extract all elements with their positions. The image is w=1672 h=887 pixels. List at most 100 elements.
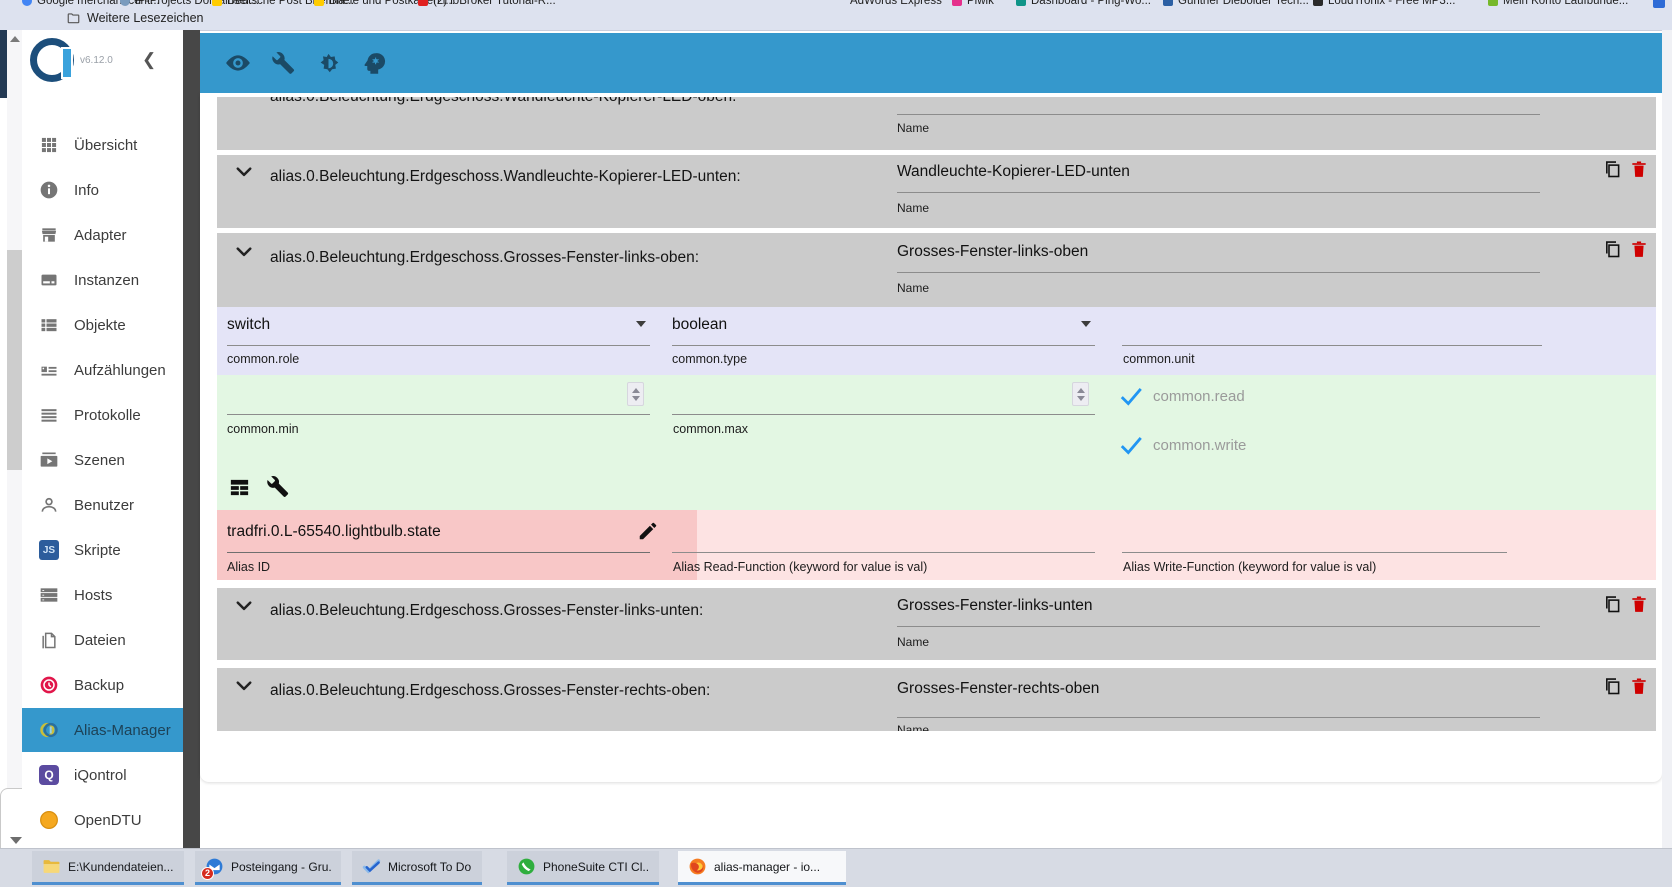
read-function-label: Alias Read-Function (keyword for value i… [673,560,928,574]
sidebar-item-info[interactable]: Info [22,168,183,212]
alias-id-underline [227,552,650,553]
read-checkbox[interactable] [1118,383,1144,414]
taskbar-item-posteingang[interactable]: 2 Posteingang - Gru... [195,851,341,885]
min-input[interactable] [227,383,622,401]
sidebar-item-adapter[interactable]: Adapter [22,213,183,257]
sidebar-item-skripte[interactable]: JS Skripte [22,528,183,572]
sidebar-item-aufzaehlungen[interactable]: Aufzählungen [22,348,183,392]
sidebar-item-objekte[interactable]: Objekte [22,303,183,347]
write-function-input[interactable] [1122,520,1502,538]
read-function-input[interactable] [672,520,1087,538]
name-label: Name [897,635,930,649]
chevron-down-icon[interactable] [234,676,254,701]
alias-manager-icon [38,719,60,741]
name-input[interactable] [897,680,1537,698]
iobroker-logo [30,38,74,82]
other-bookmarks-folder[interactable]: Weitere Lesezeichen [66,11,204,25]
favicon [418,0,428,6]
unit-label: common.unit [1123,352,1195,366]
collapse-sidebar-icon[interactable]: ❮ [142,50,156,70]
sidebar-item-uebersicht[interactable]: Übersicht [22,123,183,167]
sidebar-item-label: Benutzer [74,496,135,514]
copy-icon[interactable] [1602,239,1624,261]
phone-icon [516,857,536,877]
wrench-button[interactable] [270,50,296,76]
dropdown-arrow-icon[interactable] [1081,321,1091,327]
sidebar-item-alias-manager[interactable]: Alias-Manager [22,708,183,752]
file-icon [38,629,60,651]
sidebar-item-label: Adapter [74,226,127,244]
bookmark-item[interactable]: Dashboard - Ping-Wo... [1016,0,1151,9]
settings-wrench-icon[interactable] [266,475,289,498]
type-select[interactable]: boolean [672,316,727,334]
sidebar-item-label: Szenen [74,451,125,469]
alias-minmax-section: common.min common.max common.read common… [217,375,1656,510]
dropdown-arrow-icon[interactable] [636,321,646,327]
alias-id-input[interactable] [227,523,627,541]
edit-pencil-icon[interactable] [637,520,659,542]
role-select[interactable]: switch [227,316,270,334]
trash-icon[interactable] [1629,159,1651,181]
role-underline [227,345,650,346]
favicon [314,0,324,6]
background-scrollbar-thumb[interactable] [7,250,22,470]
number-stepper[interactable] [1072,382,1089,406]
taskbar-item-phonesuite[interactable]: PhoneSuite CTI Cl... [507,851,659,885]
chevron-down-icon[interactable] [234,162,254,187]
sidebar-item-benutzer[interactable]: Benutzer [22,483,183,527]
number-stepper[interactable] [627,382,644,406]
write-checkbox[interactable] [1118,432,1144,463]
copy-icon[interactable] [1602,159,1624,181]
sidebar-item-szenen[interactable]: Szenen [22,438,183,482]
sidebar-item-opendtu[interactable]: OpenDTU [22,798,183,842]
scroll-down-arrow-icon[interactable] [10,837,22,844]
trash-icon[interactable] [1629,239,1651,261]
max-input[interactable] [672,383,1067,401]
screen: Google merchant cent... IP-Projects Doma… [0,0,1672,887]
taskbar-item-alias-manager[interactable]: alias-manager - io... [678,851,846,885]
info-icon [38,179,60,201]
sidebar-content-gap [183,30,200,848]
bookmark-item[interactable]: AdWords Express [850,0,942,9]
mail-icon: 2 [201,857,224,880]
alias-row-grosses-fenster-links-unten: alias.0.Beleuchtung.Erdgeschoss.Grosses-… [217,588,1656,660]
name-label: Name [897,723,930,731]
max-label: common.max [673,422,749,436]
states-table-icon[interactable] [228,476,251,499]
enum-icon [38,359,60,381]
eye-button[interactable] [225,50,251,76]
name-underline [897,114,1540,115]
sidebar-item-hosts[interactable]: Hosts [22,573,183,617]
name-input[interactable] [897,243,1537,261]
trash-icon[interactable] [1629,676,1651,698]
bookmark-item[interactable]: Günther Diebolder Tech... [1163,0,1309,9]
trash-icon[interactable] [1629,594,1651,616]
name-input[interactable] [897,163,1537,181]
bookmark-item[interactable]: LoudTronix - Free MP3... [1313,0,1455,9]
sidebar-item-backup[interactable]: Backup [22,663,183,707]
list-icon [38,314,60,336]
type-underline [672,345,1095,346]
scroll-up-arrow-icon[interactable] [10,36,20,42]
alias-common-section: switch common.role boolean common.type c… [217,307,1656,375]
chevron-down-icon[interactable] [234,596,254,621]
sidebar-item-instanzen[interactable]: Instanzen [22,258,183,302]
sidebar-item-iqontrol[interactable]: Q iQontrol [22,753,183,797]
copy-icon[interactable] [1602,676,1624,698]
unit-input[interactable] [1122,313,1537,331]
browser-scrollbar[interactable] [1662,30,1672,848]
favicon [22,0,32,6]
sidebar-item-dateien[interactable]: Dateien [22,618,183,662]
psychology-button[interactable] [360,50,386,76]
copy-icon[interactable] [1602,594,1624,616]
name-input[interactable] [897,597,1537,615]
taskbar-item-explorer[interactable]: E:\Kundendateien... [32,851,184,885]
version-label: v6.12.0 [80,55,113,66]
chevron-down-icon[interactable] [234,242,254,267]
bookmark-item[interactable]: (2) ioBroker Tutorial-R... [418,0,556,9]
taskbar-item-microsoft-todo[interactable]: Microsoft To Do [352,851,482,885]
sidebar-item-protokolle[interactable]: Protokolle [22,393,183,437]
bookmark-item[interactable]: Piwik [952,0,994,9]
bookmark-item[interactable]: Mein Konto Laufbunde... [1488,0,1628,9]
brightness-button[interactable] [315,50,341,76]
